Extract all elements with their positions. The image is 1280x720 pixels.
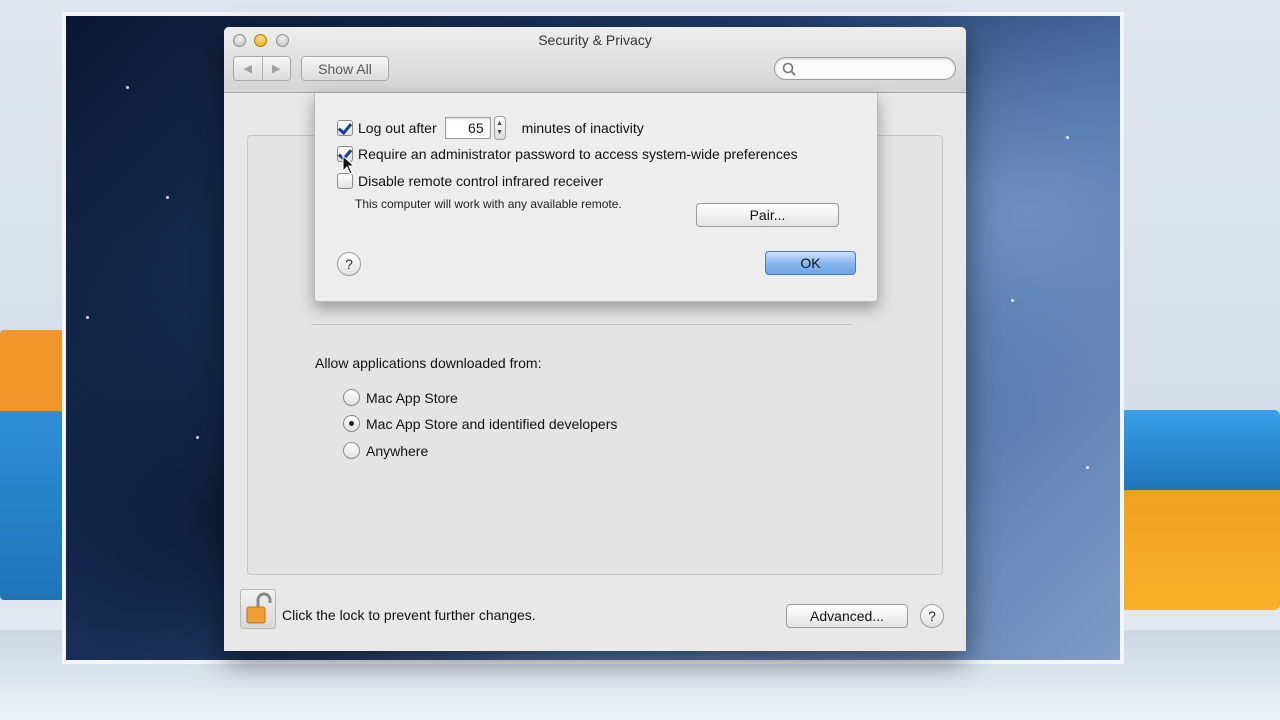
stepper-up-icon[interactable]: ▲: [496, 119, 503, 128]
mouse-cursor-icon: [342, 155, 356, 175]
titlebar: Security & Privacy ◀ ▶ Show All: [224, 27, 966, 93]
logout-suffix: minutes of inactivity: [521, 120, 644, 136]
advanced-button[interactable]: Advanced...: [786, 604, 908, 628]
radio-button[interactable]: [343, 442, 360, 459]
minutes-stepper[interactable]: ▲ ▼: [493, 116, 506, 140]
ir-note: This computer will work with any availab…: [355, 197, 622, 211]
radio-button[interactable]: [343, 415, 360, 432]
disable-ir-label: Disable remote control infrared receiver: [358, 173, 604, 189]
logout-minutes-field[interactable]: 65: [444, 117, 491, 139]
sofa-left: [0, 330, 66, 600]
forward-arrow-icon: ▶: [272, 63, 281, 75]
back-arrow-icon: ◀: [243, 63, 252, 75]
help-button[interactable]: ?: [920, 604, 944, 628]
radio-label: Mac App Store: [366, 389, 458, 406]
section-divider: [311, 324, 851, 325]
lock-status-text: Click the lock to prevent further change…: [282, 607, 536, 623]
back-button[interactable]: ◀: [234, 57, 262, 80]
navigation-buttons: ◀ ▶: [233, 56, 291, 81]
radio-mac-app-store[interactable]: Mac App Store: [343, 389, 458, 406]
star: [126, 86, 129, 89]
logout-label: Log out after: [358, 120, 437, 136]
radio-label: Mac App Store and identified developers: [366, 415, 618, 432]
star: [1011, 299, 1014, 302]
star: [1086, 466, 1089, 469]
sofa-right: [1120, 410, 1280, 610]
star: [196, 436, 199, 439]
logout-row: Log out after 65 ▲ ▼ minutes of inactivit…: [337, 116, 644, 140]
radio-mac-app-store-identified[interactable]: Mac App Store and identified developers: [343, 415, 617, 432]
unlocked-lock-icon: [246, 592, 272, 624]
search-icon: [782, 62, 796, 76]
ok-button[interactable]: OK: [765, 251, 856, 275]
search-field[interactable]: [774, 57, 956, 80]
show-all-button[interactable]: Show All: [301, 56, 389, 81]
disable-ir-row: Disable remote control infrared receiver: [337, 173, 603, 189]
pair-button[interactable]: Pair...: [696, 203, 839, 227]
radio-anywhere[interactable]: Anywhere: [343, 442, 428, 459]
star: [1066, 136, 1069, 139]
lock-button[interactable]: [240, 589, 276, 629]
forward-button[interactable]: ▶: [261, 57, 291, 80]
allow-apps-label: Allow applications downloaded from:: [315, 355, 542, 371]
star: [86, 316, 89, 319]
logout-checkbox[interactable]: [337, 120, 353, 136]
window-title: Security & Privacy: [538, 32, 652, 48]
radio-label: Anywhere: [366, 442, 429, 459]
advanced-sheet: Log out after 65 ▲ ▼ minutes of inactivit…: [314, 93, 878, 302]
sheet-help-button[interactable]: ?: [337, 252, 361, 276]
radio-button[interactable]: [343, 389, 360, 406]
require-admin-label: Require an administrator password to acc…: [358, 146, 798, 162]
star: [166, 196, 169, 199]
require-admin-row: Require an administrator password to acc…: [337, 146, 798, 162]
stepper-down-icon[interactable]: ▼: [496, 128, 503, 137]
disable-ir-checkbox[interactable]: [337, 173, 353, 189]
